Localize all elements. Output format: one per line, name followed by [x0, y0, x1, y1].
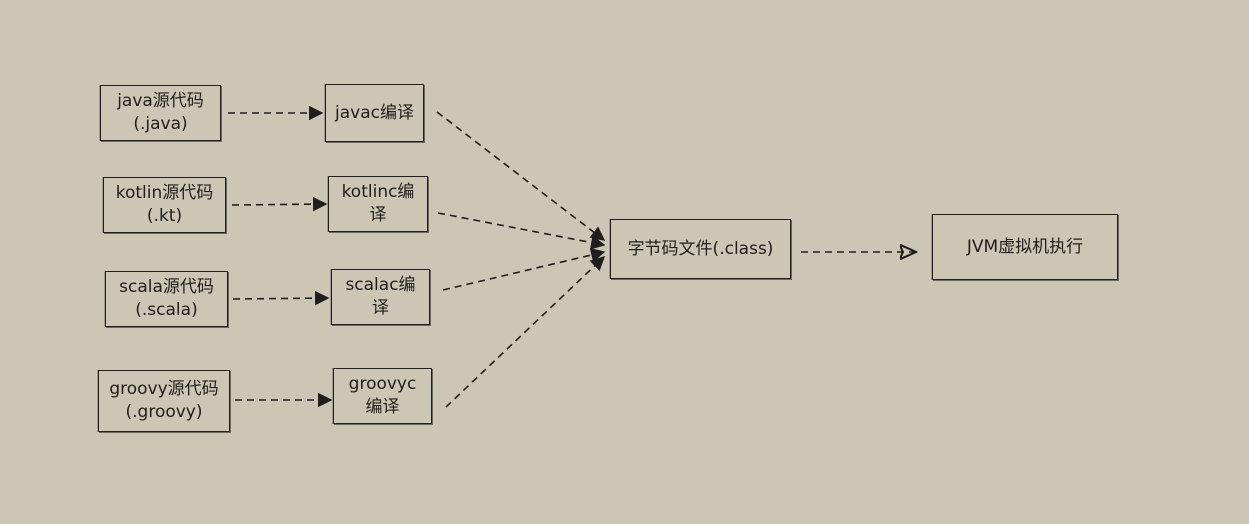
- arrow-kotlin-to-kotlinc: [231, 196, 328, 212]
- jvm-execution-box: JVM虚拟机执行: [932, 214, 1118, 280]
- java-source-box: java源代码 (.java): [100, 85, 221, 141]
- groovyc-compile-box: groovyc 编译: [333, 368, 432, 424]
- arrow-groovyc-to-bytecode: [445, 256, 606, 408]
- arrow-javac-to-bytecode: [436, 111, 606, 241]
- arrow-kotlinc-to-bytecode: [437, 212, 606, 250]
- scala-source-box: scala源代码 (.scala): [105, 271, 228, 327]
- arrow-scala-to-scalac: [232, 290, 330, 306]
- kotlin-source-box: kotlin源代码 (.kt): [103, 177, 226, 233]
- javac-compile-box: javac编译: [325, 84, 424, 142]
- kotlinc-compile-box: kotlinc编 译: [328, 176, 428, 232]
- groovy-source-box: groovy源代码 (.groovy): [98, 370, 230, 432]
- bytecode-file-box: 字节码文件(.class): [610, 219, 791, 279]
- arrow-scalac-to-bytecode: [442, 247, 606, 291]
- scalac-compile-box: scalac编 译: [331, 269, 430, 325]
